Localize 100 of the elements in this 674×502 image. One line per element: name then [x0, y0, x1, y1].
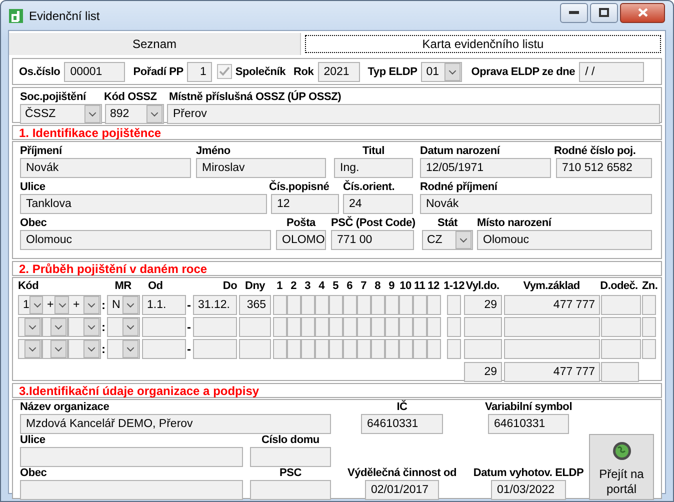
text-field[interactable]: 1 — [187, 62, 212, 82]
dropdown[interactable]: + — [68, 295, 101, 315]
cell-field[interactable] — [315, 317, 329, 337]
text-field[interactable]: Ing. — [334, 158, 413, 178]
text-field[interactable]: 12/05/1971 — [420, 158, 551, 178]
cell-field[interactable] — [413, 339, 427, 359]
cell-field[interactable] — [142, 339, 186, 359]
cell-field[interactable] — [447, 339, 461, 359]
cell-field[interactable] — [642, 317, 656, 337]
text-field[interactable] — [250, 447, 331, 467]
text-field[interactable]: Olomouc — [20, 230, 271, 250]
cell-field[interactable] — [193, 339, 237, 359]
cell-field[interactable] — [239, 339, 271, 359]
cell-field[interactable]: 477 777 — [504, 295, 600, 315]
text-field[interactable]: 12 — [271, 194, 339, 214]
cell-field[interactable] — [287, 317, 301, 337]
text-field[interactable] — [20, 480, 243, 500]
cell-field[interactable] — [504, 339, 600, 359]
dropdown[interactable] — [68, 317, 101, 337]
text-field[interactable]: 710 512 6582 — [556, 158, 652, 178]
cell-field[interactable] — [329, 317, 343, 337]
dropdown[interactable] — [107, 339, 140, 359]
text-field[interactable]: 00001 — [64, 62, 126, 82]
cell-field[interactable] — [413, 317, 427, 337]
cell-field[interactable] — [343, 317, 357, 337]
dropdown[interactable] — [18, 339, 42, 359]
cell-field[interactable] — [642, 295, 656, 315]
cell-field[interactable] — [329, 339, 343, 359]
text-field[interactable]: 64610331 — [361, 414, 443, 434]
cell-field[interactable] — [343, 295, 357, 315]
cell-field[interactable] — [193, 317, 237, 337]
tab[interactable]: Seznam — [9, 33, 301, 55]
cell-field[interactable] — [315, 295, 329, 315]
dropdown[interactable] — [107, 317, 140, 337]
text-field[interactable]: 02/01/2017 — [365, 480, 439, 500]
cell-field[interactable] — [464, 317, 502, 337]
dropdown[interactable]: ČSSZ — [20, 104, 102, 124]
cell-field[interactable] — [239, 317, 271, 337]
dropdown[interactable]: 01 — [421, 62, 462, 82]
close-button[interactable] — [620, 2, 665, 22]
text-field[interactable]: / / — [579, 62, 644, 82]
cell-field[interactable] — [357, 295, 371, 315]
text-field[interactable]: 01/03/2022 — [491, 480, 566, 500]
text-field[interactable]: 2021 — [318, 62, 360, 82]
cell-field[interactable] — [301, 295, 315, 315]
dropdown[interactable] — [42, 317, 68, 337]
dropdown[interactable]: + — [42, 295, 68, 315]
portal-button[interactable]: Přejít na portál — [589, 434, 654, 500]
text-field[interactable] — [20, 447, 243, 467]
cell-field[interactable]: 1.1. — [142, 295, 186, 315]
cell-field[interactable] — [413, 295, 427, 315]
cell-field[interactable] — [385, 295, 399, 315]
text-field[interactable]: OLOMO — [276, 230, 326, 250]
cell-field[interactable] — [427, 339, 441, 359]
cell-field[interactable] — [273, 339, 287, 359]
dropdown[interactable]: 892 — [105, 104, 164, 124]
cell-field[interactable] — [601, 317, 641, 337]
text-field[interactable] — [250, 480, 331, 500]
dropdown[interactable] — [18, 317, 42, 337]
cell-field[interactable] — [504, 317, 600, 337]
cell-field[interactable] — [343, 339, 357, 359]
minimize-button[interactable] — [560, 2, 588, 22]
text-field[interactable]: Mzdová Kancelář DEMO, Přerov — [20, 414, 331, 434]
cell-field[interactable] — [447, 317, 461, 337]
cell-field[interactable] — [447, 295, 461, 315]
tab[interactable]: Karta evidenčního listu — [305, 35, 661, 53]
cell-field[interactable] — [399, 317, 413, 337]
cell-field[interactable] — [329, 295, 343, 315]
maximize-button[interactable] — [590, 2, 618, 22]
cell-field[interactable] — [464, 339, 502, 359]
cell-field[interactable] — [287, 295, 301, 315]
cell-field[interactable]: 31.12. — [193, 295, 237, 315]
cell-field[interactable]: 477 777 — [504, 362, 600, 382]
cell-field[interactable] — [142, 317, 186, 337]
cell-field[interactable] — [427, 295, 441, 315]
cell-field[interactable] — [601, 295, 641, 315]
checkbox[interactable] — [217, 64, 232, 79]
cell-field[interactable]: 29 — [464, 362, 502, 382]
dropdown[interactable] — [42, 339, 68, 359]
text-field[interactable]: 771 00 — [331, 230, 414, 250]
cell-field[interactable] — [601, 362, 639, 382]
cell-field[interactable] — [371, 295, 385, 315]
cell-field[interactable]: 29 — [464, 295, 502, 315]
dropdown[interactable]: CZ — [422, 230, 473, 250]
cell-field[interactable] — [301, 339, 315, 359]
text-field[interactable]: Olomouc — [477, 230, 652, 250]
text-field[interactable]: 24 — [343, 194, 413, 214]
dropdown[interactable]: 1 — [18, 295, 42, 315]
cell-field[interactable]: 365 — [239, 295, 271, 315]
cell-field[interactable] — [273, 295, 287, 315]
cell-field[interactable] — [385, 339, 399, 359]
cell-field[interactable] — [357, 339, 371, 359]
text-field[interactable]: Novák — [420, 194, 652, 214]
text-field[interactable]: Miroslav — [196, 158, 326, 178]
cell-field[interactable] — [385, 317, 399, 337]
cell-field[interactable] — [601, 339, 641, 359]
cell-field[interactable] — [357, 317, 371, 337]
cell-field[interactable] — [287, 339, 301, 359]
cell-field[interactable] — [427, 317, 441, 337]
cell-field[interactable] — [399, 295, 413, 315]
